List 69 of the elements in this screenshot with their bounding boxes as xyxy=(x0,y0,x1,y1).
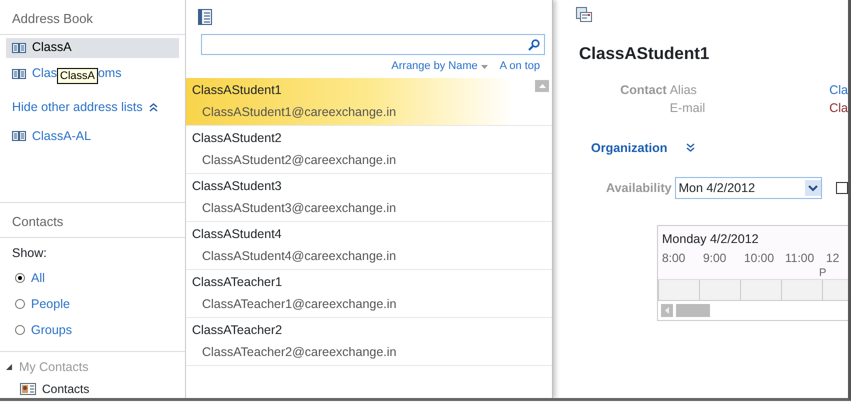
radio-button[interactable] xyxy=(15,299,25,310)
sort-order-link[interactable]: A on top xyxy=(500,58,540,75)
book-icon xyxy=(12,130,26,142)
section-header[interactable]: Organization xyxy=(591,138,686,158)
contact-row[interactable]: ClassATeacher1 ClassATeacher1@careexchange.in xyxy=(186,270,552,318)
radio-label[interactable]: All xyxy=(31,268,45,288)
field-value: Cla xyxy=(829,100,848,116)
list-label[interactable]: Clas xyxy=(32,64,58,83)
contact-name: ClassAStudent1 xyxy=(192,82,283,99)
hour-label: 8:00 xyxy=(662,250,686,267)
contact-email: ClassAStudent3@careexchange.in xyxy=(201,200,398,217)
hide-lists-link[interactable]: Hide other address lists xyxy=(12,98,143,116)
contact-name: ClassATeacher1 xyxy=(192,274,284,291)
contact-row[interactable]: ClassAStudent1 ClassAStudent1@careexchange.in xyxy=(186,78,552,126)
contact-row[interactable]: ClassAStudent3 ClassAStudent3@careexchange.in xyxy=(186,174,552,222)
search-icon xyxy=(528,38,540,50)
contact-card-icon xyxy=(575,6,592,23)
tooltip: ClassA xyxy=(57,68,98,84)
field-value[interactable]: Cla xyxy=(829,80,848,98)
calendar-date: Monday 4/2/2012 xyxy=(662,231,760,248)
list-view-icon xyxy=(198,9,212,25)
address-list-item[interactable]: ClassA-AL xyxy=(6,126,179,146)
availability-label: Availability xyxy=(605,180,672,197)
caret-icon xyxy=(480,64,488,68)
contact-title: ClassAStudent1 xyxy=(579,43,710,65)
hour-label: 12 xyxy=(826,250,840,267)
contact-card-icon xyxy=(20,383,36,395)
contact-row[interactable]: ClassAStudent4 ClassAStudent4@careexchange.in xyxy=(186,222,552,270)
expand-icon xyxy=(686,142,695,153)
contact-email: ClassATeacher1@careexchange.in xyxy=(201,296,398,313)
pane-title: Address Book xyxy=(0,0,185,34)
contact-name: ClassAStudent2 xyxy=(192,130,283,147)
contact-name: ClassAStudent4 xyxy=(192,226,283,243)
radio-label[interactable]: People xyxy=(31,294,70,314)
scroll-thumb[interactable] xyxy=(676,304,710,317)
contact-email: ClassAStudent2@careexchange.in xyxy=(201,152,398,169)
arrange-dropdown[interactable]: Arrange by Name xyxy=(391,58,488,75)
contact-name: ClassATeacher2 xyxy=(192,322,284,339)
contact-name: ClassAStudent3 xyxy=(192,178,283,195)
date-dropdown[interactable]: Mon 4/2/2012 xyxy=(674,177,822,200)
contact-email: ClassAStudent4@careexchange.in xyxy=(201,248,398,265)
book-icon xyxy=(12,42,26,54)
radio-button[interactable] xyxy=(15,325,25,336)
checkbox[interactable] xyxy=(836,182,848,194)
contact-row[interactable]: ClassAStudent2 ClassAStudent2@careexchange.in xyxy=(186,126,552,174)
field-label: E-mail xyxy=(670,100,706,116)
caret-icon xyxy=(805,180,821,196)
tree-item[interactable]: My Contacts xyxy=(19,358,88,377)
show-label: Show: xyxy=(12,244,48,262)
up-arrow-icon xyxy=(538,84,546,88)
expander-icon[interactable] xyxy=(6,364,13,372)
book-icon xyxy=(12,68,26,80)
section-label: Contact xyxy=(619,82,667,98)
tree-item[interactable]: Contacts xyxy=(42,380,90,398)
contact-email: ClassAStudent1@careexchange.in xyxy=(201,104,398,121)
hour-label: 9:00 xyxy=(703,250,728,267)
hour-label: 11:00 xyxy=(785,250,816,267)
field-label: Alias xyxy=(670,82,698,98)
list-label[interactable]: oms xyxy=(98,64,122,83)
hour-label: P xyxy=(818,267,828,279)
hour-label: 10:00 xyxy=(744,250,776,267)
search-field[interactable] xyxy=(201,34,545,55)
pane-title: Contacts xyxy=(0,203,185,238)
radio-button[interactable] xyxy=(15,273,25,284)
contact-row[interactable]: ClassATeacher2 ClassATeacher2@careexchange.in xyxy=(186,318,552,366)
radio-label[interactable]: Groups xyxy=(31,320,72,340)
collapse-icon xyxy=(148,102,158,112)
address-list-item[interactable]: ClassA xyxy=(6,38,179,58)
contact-email: ClassATeacher2@careexchange.in xyxy=(201,344,398,361)
